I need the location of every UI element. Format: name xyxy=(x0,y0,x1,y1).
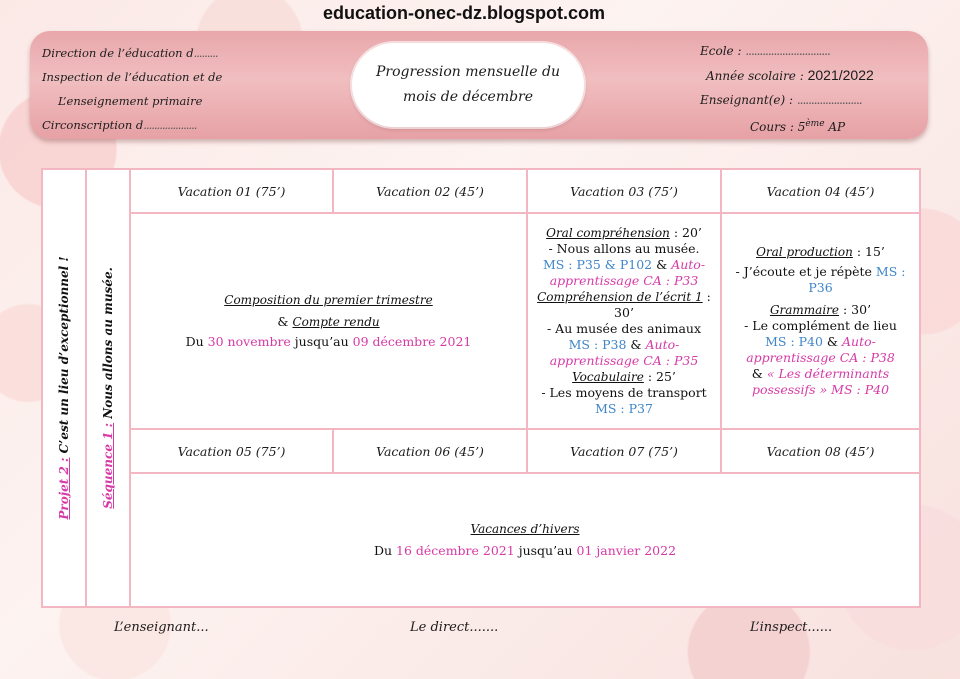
circonscription-line: Circonscription d.................... xyxy=(42,118,197,132)
progression-table: Projet 2 : C’est un lieu d’exceptionnel … xyxy=(41,168,921,608)
vacation-07-header: Vacation 07 (75’) xyxy=(528,430,722,474)
vacation-01-header: Vacation 01 (75’) xyxy=(131,170,334,214)
header-banner: Direction de l’éducation d......... Insp… xyxy=(30,31,928,139)
vacation-02-header: Vacation 02 (45’) xyxy=(334,170,528,214)
vacation-04-header: Vacation 04 (45’) xyxy=(722,170,919,214)
page-title-line1: Progression mensuelle du xyxy=(376,64,560,80)
composition-cell: Composition du premier trimestre & Compt… xyxy=(131,214,528,430)
signature-enseignant: L’enseignant... xyxy=(114,620,209,635)
page-title-line2: mois de décembre xyxy=(402,89,534,105)
vacation-03-header: Vacation 03 (75’) xyxy=(528,170,722,214)
vacances-title: Vacances d’hivers xyxy=(470,522,580,536)
enseignant-line: Enseignant(e) : ....................... xyxy=(700,93,863,107)
signature-directeur: Le direct....... xyxy=(410,620,499,635)
cours-line: Cours : 5ème AP xyxy=(750,119,846,134)
vacances-dates: Du 16 décembre 2021 jusqu’au 01 janvier … xyxy=(373,543,677,558)
projet-cell: Projet 2 : C’est un lieu d’exceptionnel … xyxy=(43,170,87,606)
vacation-06-header: Vacation 06 (45’) xyxy=(334,430,528,474)
header-admin-info: Direction de l’éducation d......... Insp… xyxy=(42,41,222,137)
projet-label: Projet 2 : C’est un lieu d’exceptionnel … xyxy=(57,256,71,520)
inspection-line: Inspection de l’éducation et de xyxy=(42,70,223,84)
annee-line: Année scolaire : 2021/2022 xyxy=(706,67,874,83)
enseignement-line: L’enseignement primaire xyxy=(58,94,203,108)
vacation-04-content: Oral production : 15’ - J’écoute et je r… xyxy=(722,214,919,430)
sequence-cell: Séquence 1 : Nous allons au musée. xyxy=(87,170,131,606)
vacation-05-header: Vacation 05 (75’) xyxy=(131,430,334,474)
header-school-info: Ecole : .............................. A… xyxy=(700,39,874,139)
vacation-08-header: Vacation 08 (45’) xyxy=(722,430,919,474)
site-url[interactable]: education-onec-dz.blogspot.com xyxy=(0,3,928,24)
signature-inspecteur: L’inspect...... xyxy=(750,620,833,635)
direction-line: Direction de l’éducation d......... xyxy=(42,46,219,60)
composition-title: Composition du premier trimestre xyxy=(224,293,433,307)
title-oval: Progression mensuelle du mois de décembr… xyxy=(352,43,584,127)
compte-rendu: Compte rendu xyxy=(292,315,380,329)
vacation-03-content: Oral compréhension : 20’ - Nous allons a… xyxy=(528,214,722,430)
ecole-line: Ecole : .............................. xyxy=(700,44,831,58)
composition-dates: Du 30 novembre jusqu’au 09 décembre 2021 xyxy=(185,334,472,349)
sequence-label: Séquence 1 : Nous allons au musée. xyxy=(101,267,115,509)
annee-value: 2021/2022 xyxy=(807,67,874,83)
vacances-cell: Vacances d’hivers Du 16 décembre 2021 ju… xyxy=(131,474,919,606)
